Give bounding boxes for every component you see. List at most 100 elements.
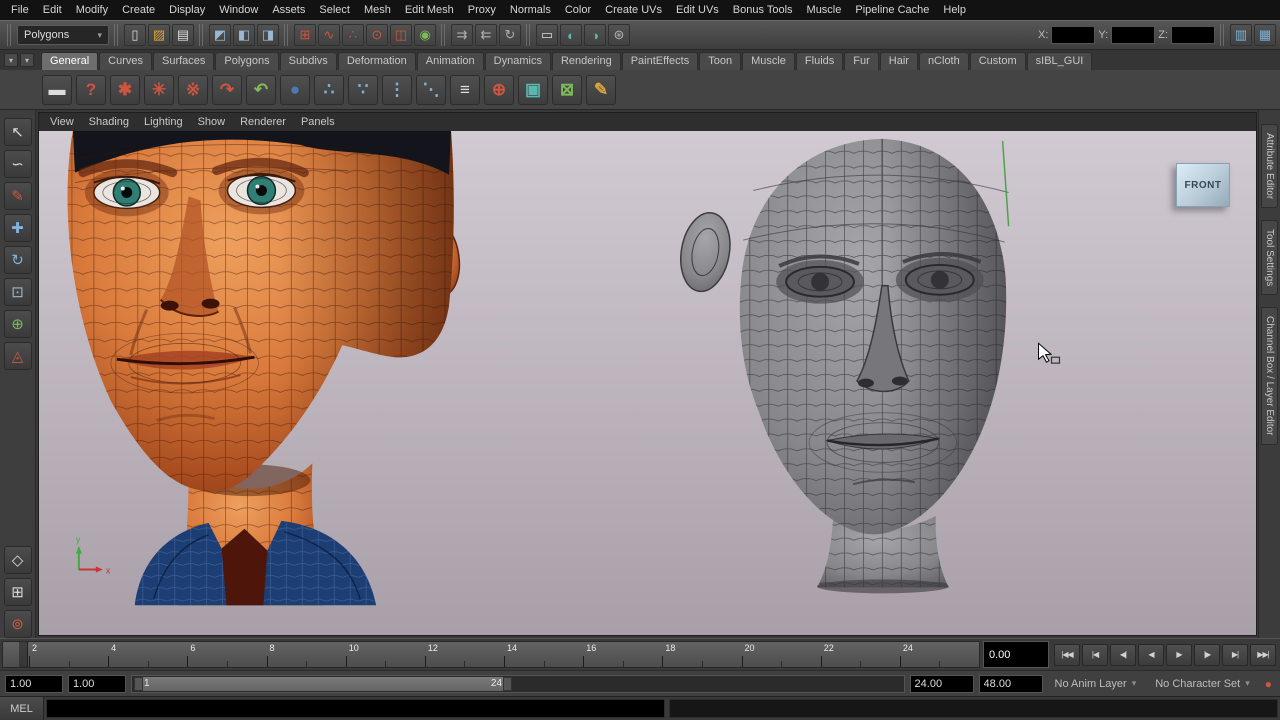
viewport-menu-item[interactable]: Renderer <box>233 115 293 129</box>
paint-effects-tool-icon[interactable]: ⊚ <box>3 610 32 638</box>
shelf-tab[interactable]: Polygons <box>215 52 279 70</box>
toolbar-grip[interactable] <box>284 24 289 46</box>
toolbar-grip[interactable] <box>114 24 119 46</box>
shelf-tab[interactable]: nCloth <box>918 52 969 70</box>
x-coordinate-field[interactable] <box>1051 26 1096 44</box>
shelf-tab[interactable]: Surfaces <box>152 52 215 70</box>
sphere-primitive-icon[interactable]: ● <box>280 74 310 105</box>
viewport-canvas[interactable]: x y FRONT <box>39 131 1256 635</box>
panel-layout-icon[interactable]: ▥ <box>1230 24 1252 46</box>
toolbar-grip[interactable] <box>7 24 12 46</box>
joint-node-icon[interactable]: ∴ <box>314 74 344 105</box>
viewport-menu-item[interactable]: Lighting <box>137 115 190 129</box>
lasso-tool-icon[interactable]: ∽ <box>3 150 32 178</box>
grid-tool-icon[interactable]: ⊞ <box>3 578 32 606</box>
shelf-tab[interactable]: Deformation <box>337 52 416 70</box>
shelf-tab-selector[interactable]: ▾ <box>4 53 18 67</box>
container-icon[interactable]: ▣ <box>518 74 548 105</box>
time-slider-frame[interactable]: 22 <box>820 642 900 667</box>
rotate-tool-icon[interactable]: ↻ <box>3 246 32 274</box>
render-settings-icon[interactable]: ⊛ <box>608 24 630 46</box>
shelf-tab[interactable]: Curves <box>99 52 152 70</box>
menu-item[interactable]: Bonus Tools <box>726 1 800 19</box>
menu-item[interactable]: Proxy <box>461 1 503 19</box>
menu-item[interactable]: Create <box>115 1 162 19</box>
menu-item[interactable]: Window <box>212 1 265 19</box>
tab-attribute-editor[interactable]: Attribute Editor <box>1261 124 1278 209</box>
step-forward-frame-button[interactable]: ▶| <box>1222 643 1248 666</box>
shelf-tab[interactable]: General <box>41 52 99 70</box>
menu-item[interactable]: Help <box>936 1 973 19</box>
time-slider-frame[interactable]: 14 <box>504 642 583 667</box>
panel-layout-alt-icon[interactable]: ▦ <box>1254 24 1276 46</box>
menu-item[interactable]: Pipeline Cache <box>848 1 936 19</box>
shelf-tab[interactable]: Fluids <box>795 52 844 70</box>
range-end-handle[interactable]: 24 <box>491 678 502 689</box>
paint-brush-icon[interactable]: ✎ <box>586 74 616 105</box>
range-start-handle[interactable]: 1 <box>144 678 150 689</box>
character-set-dropdown[interactable]: No Character Set ▾ <box>1148 675 1257 693</box>
time-slider-frame[interactable]: 20 <box>741 642 821 667</box>
select-by-hierarchy-icon[interactable]: ◩ <box>209 24 231 46</box>
z-coordinate-field[interactable] <box>1171 26 1215 44</box>
snap-to-curve-icon[interactable]: ∿ <box>318 24 340 46</box>
toolbar-grip[interactable] <box>1220 24 1225 46</box>
command-output-area[interactable] <box>669 699 1278 718</box>
toolbar-grip[interactable] <box>199 24 204 46</box>
menu-item[interactable]: Edit <box>36 1 69 19</box>
menu-item[interactable]: File <box>4 1 36 19</box>
construction-history-icon[interactable]: ↻ <box>499 24 521 46</box>
shelf-tab[interactable]: Toon <box>699 52 742 70</box>
open-render-view-icon[interactable]: ▭ <box>536 24 558 46</box>
command-input[interactable] <box>46 699 665 718</box>
shelf-tab[interactable]: Hair <box>879 52 918 70</box>
viewport-menu-item[interactable]: Show <box>191 115 233 129</box>
viewport-3d-scene[interactable]: x y <box>39 131 1256 635</box>
redo-curve-icon[interactable]: ↷ <box>212 74 242 105</box>
auto-keyframe-icon[interactable]: ● <box>1262 677 1275 691</box>
time-slider-frame[interactable]: 8 <box>266 642 346 667</box>
emitter-positive-icon[interactable]: ✳ <box>144 74 174 105</box>
shelf-tab[interactable]: Fur <box>844 52 879 70</box>
output-connections-icon[interactable]: ⇇ <box>475 24 497 46</box>
viewport-menu-item[interactable]: Panels <box>294 115 342 129</box>
emitter-icon[interactable]: ✱ <box>110 74 140 105</box>
shelf-tab[interactable]: Subdivs <box>279 52 337 70</box>
outliner-icon[interactable]: ≡ <box>450 74 480 105</box>
current-frame-marker[interactable] <box>19 642 28 667</box>
save-scene-icon[interactable]: ▤ <box>172 24 194 46</box>
playback-start-field[interactable] <box>68 674 126 693</box>
time-slider-frame[interactable]: 10 <box>345 642 425 667</box>
time-slider-frame[interactable]: 12 <box>424 642 504 667</box>
animation-start-field[interactable] <box>5 674 63 693</box>
make-live-icon[interactable]: ◉ <box>414 24 436 46</box>
playback-range-bar[interactable]: 1 24 <box>134 676 513 691</box>
package-icon[interactable]: ⊠ <box>552 74 582 105</box>
menu-item[interactable]: Create UVs <box>598 1 669 19</box>
go-to-start-button[interactable]: |◀◀ <box>1054 643 1080 666</box>
menu-item[interactable]: Display <box>162 1 212 19</box>
snap-to-grid-icon[interactable]: ⊞ <box>294 24 316 46</box>
input-connections-icon[interactable]: ⇉ <box>451 24 473 46</box>
time-slider-frame[interactable]: 18 <box>662 642 741 667</box>
y-coordinate-field[interactable] <box>1111 26 1156 44</box>
shelf-tab[interactable]: Muscle <box>742 52 795 70</box>
toolbar-grip[interactable] <box>441 24 446 46</box>
render-current-frame-icon[interactable]: ◐ <box>560 24 582 46</box>
menu-set-selector[interactable]: Polygons ▾ <box>17 25 109 45</box>
shelf-tab[interactable]: PaintEffects <box>621 52 699 70</box>
open-scene-icon[interactable]: ▨ <box>148 24 170 46</box>
select-tool-icon[interactable]: ↖ <box>3 118 32 146</box>
menu-item[interactable]: Mesh <box>357 1 398 19</box>
time-slider-frame[interactable]: 4 <box>108 642 187 667</box>
tab-channel-box-layer-editor[interactable]: Channel Box / Layer Editor <box>1261 307 1278 445</box>
soft-modification-tool-icon[interactable]: ◬ <box>3 342 32 370</box>
current-time-field[interactable] <box>983 641 1049 668</box>
step-back-frame-button[interactable]: |◀ <box>1082 643 1108 666</box>
snap-to-point-icon[interactable]: ∴ <box>342 24 364 46</box>
last-tool-icon[interactable]: ◇ <box>3 546 32 574</box>
shelf-tab[interactable]: sIBL_GUI <box>1026 52 1093 70</box>
time-slider-frame[interactable]: 6 <box>187 642 266 667</box>
scene-slate-icon[interactable]: ▬ <box>42 74 72 105</box>
command-language-toggle[interactable]: MEL <box>0 697 44 720</box>
